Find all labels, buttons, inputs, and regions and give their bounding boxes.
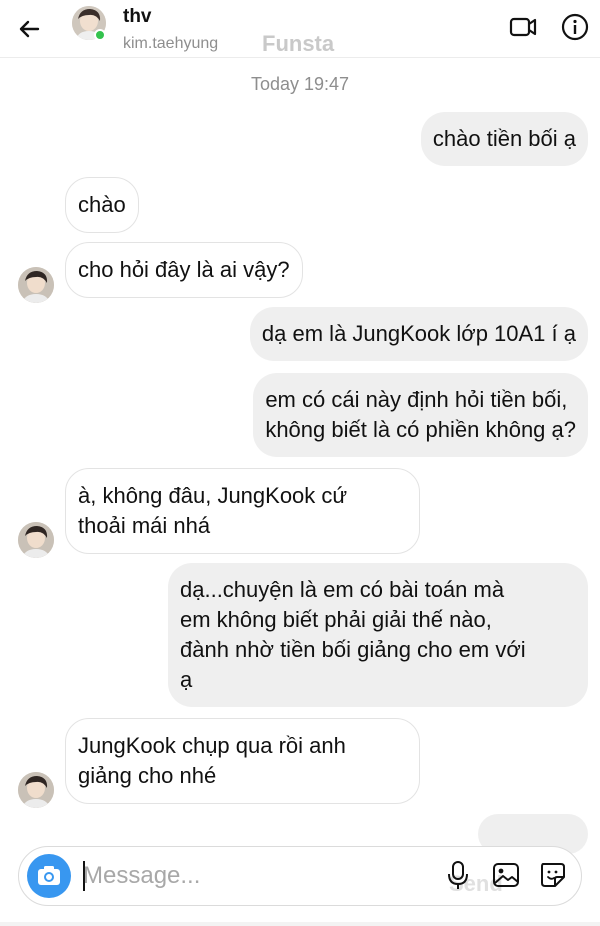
chat-header: thv kim.taehyung Funsta: [0, 0, 600, 58]
message-bubble-outgoing[interactable]: chào tiền bối ạ: [420, 112, 588, 166]
online-status-dot: [94, 29, 106, 41]
avatar[interactable]: [18, 267, 54, 303]
message-bubble-outgoing[interactable]: dạ...chuyện là em có bài toán mà em khôn…: [168, 563, 588, 707]
gallery-icon[interactable]: [491, 859, 521, 891]
camera-icon: [38, 866, 60, 885]
avatar[interactable]: [18, 772, 54, 808]
info-icon[interactable]: [560, 12, 590, 42]
message-input[interactable]: [83, 859, 383, 893]
contact-username: kim.taehyung: [123, 35, 219, 52]
bottom-divider: [0, 922, 600, 926]
message-bubble-outgoing[interactable]: em có cái này định hỏi tiền bối, không b…: [253, 373, 588, 457]
avatar[interactable]: [18, 522, 54, 558]
contact-name[interactable]: thv: [123, 6, 152, 28]
message-composer: Send: [18, 846, 582, 906]
message-bubble-incoming[interactable]: chào: [65, 177, 139, 233]
message-bubble-outgoing[interactable]: dạ em là JungKook lớp 10A1 í ạ: [249, 307, 588, 361]
sticker-icon[interactable]: [537, 859, 567, 891]
video-call-icon[interactable]: [508, 12, 538, 42]
back-arrow-icon[interactable]: [14, 14, 44, 44]
watermark-text: Funsta: [262, 31, 335, 56]
message-bubble-incoming[interactable]: cho hỏi đây là ai vậy?: [65, 242, 303, 298]
camera-button[interactable]: [27, 854, 71, 898]
message-bubble-incoming[interactable]: JungKook chụp qua rồi anh giảng cho nhé: [65, 718, 420, 804]
conversation-timestamp: Today 19:47: [250, 74, 350, 94]
message-bubble-incoming[interactable]: à, không đâu, JungKook cứ thoải mái nhá: [65, 468, 420, 554]
microphone-icon[interactable]: [443, 859, 473, 891]
